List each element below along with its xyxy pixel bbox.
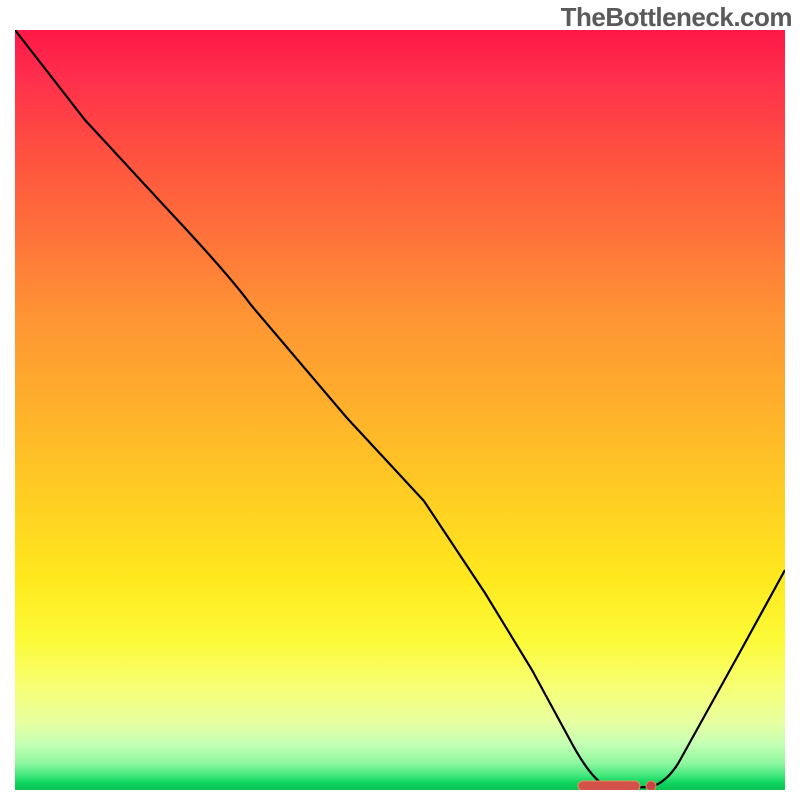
- chart-container: TheBottleneck.com: [0, 0, 800, 800]
- plot-gradient-background: [15, 30, 785, 790]
- watermark-text: TheBottleneck.com: [561, 2, 792, 33]
